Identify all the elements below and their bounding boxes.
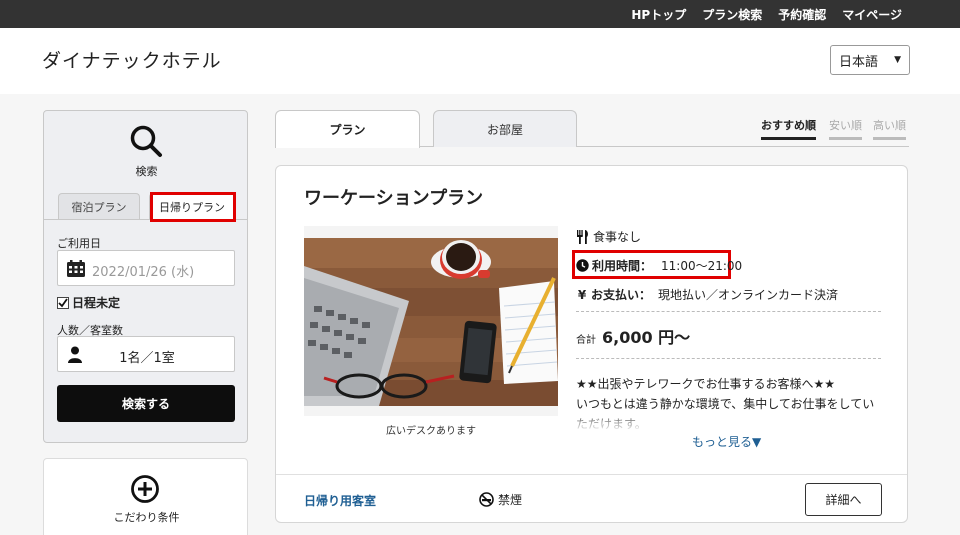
yen-icon: ¥ — [577, 287, 587, 302]
guests-field[interactable]: 1名／1室 — [57, 336, 235, 372]
divider-dashed-2 — [576, 358, 881, 359]
plan-photo[interactable] — [304, 226, 558, 416]
top-bar: HPトップ プラン検索 予約確認 マイページ — [0, 0, 960, 28]
card-footer-divider — [276, 474, 907, 475]
tab-plan[interactable]: プラン — [275, 110, 420, 148]
search-title: 検索 — [135, 165, 158, 178]
hotel-name[interactable]: ダイナテックホテル — [42, 46, 222, 73]
tab-room[interactable]: お部屋 — [433, 110, 577, 147]
clock-icon — [576, 259, 589, 272]
guests-value: 1名／1室 — [119, 351, 175, 366]
time-info: 利用時間： 11:00～21:00 — [576, 257, 742, 274]
no-smoking-label: 禁煙 — [498, 493, 523, 507]
payment-label: お支払い： — [591, 288, 652, 302]
header: ダイナテックホテル 日本語 ▼ — [0, 28, 960, 94]
sort-cheapest[interactable]: 安い順 — [829, 117, 862, 140]
payment-value: 現地払い／オンラインカード決済 — [658, 288, 839, 302]
sort-highest[interactable]: 高い順 — [873, 117, 906, 140]
conditions-label: こだわり条件 — [113, 511, 180, 524]
plus-circle-icon — [131, 475, 159, 503]
calendar-icon — [67, 260, 85, 277]
language-select[interactable]: 日本語 ▼ — [830, 45, 910, 75]
tab-overnight-plan[interactable]: 宿泊プラン — [58, 193, 140, 220]
search-icon — [130, 125, 162, 157]
nav-my-page[interactable]: マイページ — [842, 6, 902, 23]
no-smoking-info: 禁煙 — [479, 491, 522, 508]
sort-recommended[interactable]: おすすめ順 — [761, 117, 816, 140]
conditions-panel[interactable]: こだわり条件 — [43, 458, 248, 535]
date-field[interactable]: 2022/01/26 (水) — [57, 250, 235, 286]
price-value: 6,000 円～ — [602, 328, 691, 347]
date-label: ご利用日 — [57, 237, 101, 250]
language-value: 日本語 — [839, 54, 879, 70]
date-value: 2022/01/26 (水) — [92, 265, 195, 280]
top-nav: HPトップ プラン検索 予約確認 マイページ — [631, 0, 902, 28]
workspace-photo — [304, 226, 558, 416]
show-more-link[interactable]: もっと見る▼ — [692, 433, 761, 450]
meal-value: 食事なし — [593, 230, 642, 244]
utensils-icon — [577, 229, 588, 244]
time-label: 利用時間： — [592, 259, 653, 273]
nav-plan-search[interactable]: プラン検索 — [702, 6, 762, 23]
search-panel: 検索 宿泊プラン 日帰りプラン ご利用日 2022/01/26 (水) 日程未定… — [43, 110, 248, 443]
chevron-down-icon: ▼ — [894, 55, 901, 65]
check-icon[interactable] — [57, 296, 69, 309]
description-line-1: ★★出張やテレワークでお仕事するお客様へ★★ — [576, 377, 836, 391]
price-info: 合計 6,000 円～ — [576, 324, 690, 348]
undecided-checkbox-row[interactable]: 日程未定 — [57, 294, 120, 311]
plan-title[interactable]: ワーケーションプラン — [304, 184, 483, 210]
divider-dashed-1 — [576, 311, 881, 312]
detail-button[interactable]: 詳細へ — [805, 483, 882, 516]
no-smoking-icon — [479, 492, 494, 507]
plan-card: ワーケーションプラン 広いデスクあります 食事なし 利用時間： 11:00～21… — [275, 165, 908, 523]
payment-info: ¥ お支払い： 現地払い／オンラインカード決済 — [576, 286, 838, 303]
price-label: 合計 — [576, 335, 596, 346]
undecided-label: 日程未定 — [72, 296, 121, 310]
room-link[interactable]: 日帰り用客室 — [304, 492, 376, 509]
meal-info: 食事なし — [576, 228, 641, 245]
time-value: 11:00～21:00 — [661, 259, 743, 273]
photo-caption: 広いデスクあります — [386, 426, 476, 437]
search-button[interactable]: 検索する — [57, 385, 235, 422]
highlight-day-plan-tab — [150, 192, 236, 222]
description-fade — [576, 410, 886, 432]
nav-hp-top[interactable]: HPトップ — [631, 6, 686, 23]
nav-reservation-check[interactable]: 予約確認 — [778, 6, 826, 23]
